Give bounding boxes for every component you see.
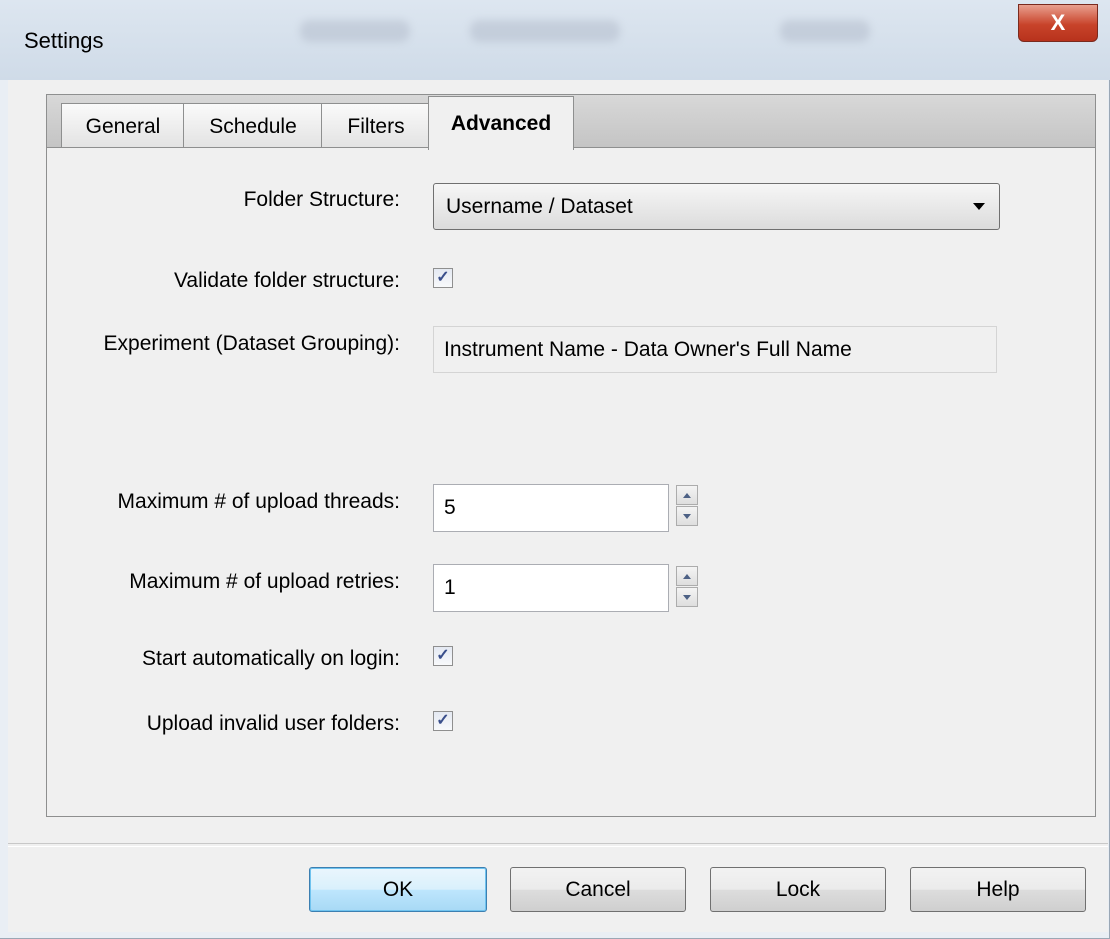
upload-invalid-folders-label: Upload invalid user folders: (146, 712, 400, 735)
tab-general[interactable]: General (61, 103, 185, 149)
experiment-label: Experiment (Dataset Grouping): (103, 332, 400, 355)
ok-button-label: OK (382, 877, 414, 901)
chevron-down-icon (683, 594, 691, 600)
ok-button[interactable]: OK (309, 867, 487, 912)
max-upload-threads-value: 5 (444, 496, 456, 519)
tab-label: Advanced (450, 111, 552, 135)
max-upload-threads-label: Maximum # of upload threads: (117, 490, 400, 513)
folder-structure-select[interactable]: Username / Dataset (433, 183, 1000, 230)
tab-schedule[interactable]: Schedule (183, 103, 323, 149)
settings-dialog: Settings X General Schedule Filters Adva… (0, 0, 1110, 939)
max-upload-retries-input[interactable]: 1 (433, 564, 669, 612)
increment-button[interactable] (676, 566, 698, 586)
start-automatically-label: Start automatically on login: (142, 647, 400, 670)
chevron-down-icon (683, 513, 691, 519)
title-bar[interactable]: Settings X (0, 0, 1110, 80)
chevron-up-icon (683, 573, 691, 579)
chevron-up-icon (683, 492, 691, 498)
button-separator (8, 843, 1108, 847)
tab-strip: General Schedule Filters Advanced (46, 94, 1096, 150)
checkmark-icon: ✓ (436, 269, 450, 286)
tab-label: Filters (347, 114, 405, 138)
lock-button[interactable]: Lock (710, 867, 886, 912)
cancel-button[interactable]: Cancel (510, 867, 686, 912)
tab-label: Schedule (209, 114, 297, 138)
tab-filters[interactable]: Filters (321, 103, 431, 149)
validate-folder-structure-checkbox[interactable]: ✓ (433, 268, 453, 288)
window-title: Settings (24, 28, 104, 53)
help-button[interactable]: Help (910, 867, 1086, 912)
start-automatically-checkbox[interactable]: ✓ (433, 646, 453, 666)
increment-button[interactable] (676, 485, 698, 505)
decrement-button[interactable] (676, 506, 698, 526)
validate-folder-structure-label: Validate folder structure: (173, 269, 400, 292)
max-upload-retries-value: 1 (444, 576, 456, 599)
folder-structure-value: Username / Dataset (446, 194, 633, 218)
checkmark-icon: ✓ (436, 647, 450, 664)
chevron-down-icon (973, 203, 985, 210)
folder-structure-label: Folder Structure: (243, 188, 400, 211)
tab-advanced[interactable]: Advanced (428, 96, 574, 150)
dialog-body: General Schedule Filters Advanced Folder… (8, 80, 1108, 932)
close-icon: X (1050, 10, 1066, 35)
max-upload-threads-stepper[interactable] (676, 485, 698, 527)
experiment-value: Instrument Name - Data Owner's Full Name (444, 337, 852, 361)
experiment-field: Instrument Name - Data Owner's Full Name (433, 326, 997, 373)
tab-label: General (85, 114, 161, 138)
max-upload-threads-input[interactable]: 5 (433, 484, 669, 532)
help-button-label: Help (976, 877, 1020, 901)
cancel-button-label: Cancel (565, 877, 631, 901)
upload-invalid-folders-checkbox[interactable]: ✓ (433, 711, 453, 731)
close-button[interactable]: X (1018, 4, 1098, 42)
checkmark-icon: ✓ (436, 712, 450, 729)
max-upload-retries-label: Maximum # of upload retries: (129, 570, 400, 593)
lock-button-label: Lock (775, 877, 821, 901)
decrement-button[interactable] (676, 587, 698, 607)
max-upload-retries-stepper[interactable] (676, 566, 698, 608)
